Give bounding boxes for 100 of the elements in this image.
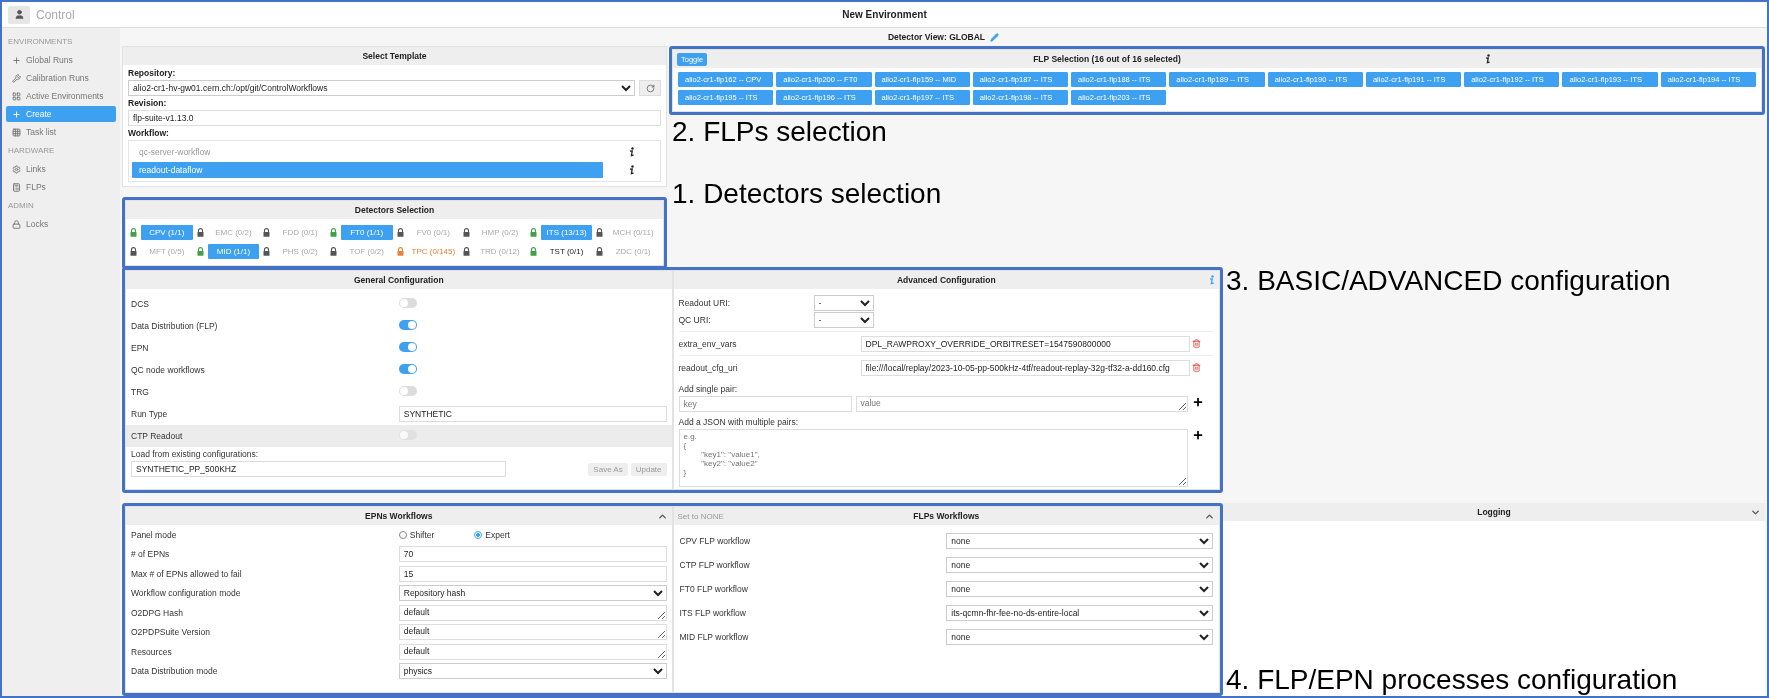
key-field[interactable]: key	[678, 396, 852, 412]
workflow-select[interactable]: none	[946, 557, 1213, 573]
field-label: Add single pair:	[678, 383, 739, 396]
toggle-switch[interactable]	[398, 342, 417, 352]
set-none-button[interactable]: Set to NONE	[677, 511, 724, 521]
page-title: New Environment	[841, 9, 928, 20]
app-name: Control	[36, 7, 75, 22]
sidebar-item[interactable]: Create	[6, 106, 116, 122]
gear-icon	[12, 164, 21, 174]
sidebar-item[interactable]: Links	[6, 161, 116, 177]
radio-option[interactable]: Shifter	[398, 529, 435, 540]
field-label: Workflow configuration mode	[131, 588, 242, 599]
trash-icon[interactable]	[1192, 339, 1201, 348]
panel-title: FLPs Workflows	[912, 511, 981, 521]
toggle-switch[interactable]	[398, 298, 417, 308]
repository-select[interactable]: alio2-cr1-hv-gw01.cern.ch:/opt/git/ControlWorkflows	[128, 80, 635, 96]
sidebar-item[interactable]: Active Environments	[6, 88, 116, 104]
add-icon[interactable]	[1192, 396, 1204, 408]
field-label: O2PDPSuite Version	[131, 627, 211, 638]
workflow-select[interactable]: none	[946, 581, 1213, 597]
uri-select[interactable]: -	[813, 311, 874, 328]
value-field[interactable]: value	[855, 396, 1188, 412]
workflow-select[interactable]: none	[946, 629, 1213, 645]
sidebar-item[interactable]: Global Runs	[6, 52, 116, 68]
annotation-label: 1. Detectors selection	[672, 180, 943, 208]
annotation-label: 4. FLP/EPN processes configuration	[1226, 666, 1679, 694]
info-icon[interactable]	[1485, 54, 1491, 64]
field-label: QC node workflows	[131, 365, 206, 375]
uri-select[interactable]: -	[813, 294, 874, 311]
sidebar-item[interactable]: Calibration Runs	[6, 70, 116, 86]
dropdown[interactable]: physics	[398, 663, 667, 680]
dropdown[interactable]: Repository hash	[398, 585, 667, 602]
annotation-label: 2. FLPs selection	[672, 118, 888, 146]
detector-chip[interactable]: FDD (0/1)	[274, 225, 326, 240]
sidebar-item[interactable]: Locks	[6, 216, 116, 232]
workflow-item[interactable]: readout-dataflow	[132, 162, 603, 178]
text-field[interactable]: 70	[398, 546, 667, 563]
trash-icon[interactable]	[1192, 363, 1201, 372]
workflow-item[interactable]: qc-server-workflow	[132, 144, 603, 160]
radio-option[interactable]: Expert	[474, 529, 510, 540]
field-label: Load from existing configurations:	[131, 449, 260, 459]
workflow-select[interactable]: none	[946, 533, 1213, 549]
toggle-switch[interactable]	[398, 364, 417, 374]
detector-chip[interactable]: TST (0/1)	[540, 244, 593, 259]
panel-title: Logging	[1476, 507, 1512, 517]
text-area[interactable]: default	[398, 604, 667, 621]
detector-chip[interactable]: TRD (0/12)	[474, 244, 526, 259]
pencil-icon[interactable]	[990, 32, 1000, 42]
toggle-switch[interactable]	[398, 386, 417, 396]
configuration-field[interactable]: SYNTHETIC_PP_500KHZ	[131, 461, 506, 477]
lock-icon	[12, 219, 21, 229]
detector-chip[interactable]: TPC (0/145)	[407, 244, 460, 259]
panel-title: Select Template	[361, 51, 428, 61]
variable-key: extra_env_vars	[678, 338, 859, 349]
sidebar-item[interactable]: Task list	[6, 124, 116, 140]
variable-value-field[interactable]: file:///local/replay/2023-10-05-pp-500kHz-4tf/readout-replay-32g-tf32-a-dd160.cfg	[860, 359, 1190, 376]
field-label: Workflow:	[128, 128, 170, 138]
detector-chip[interactable]: HMP (0/2)	[474, 225, 526, 240]
detector-chip[interactable]: FV0 (0/1)	[407, 225, 460, 240]
field-label: Data Distribution mode	[131, 666, 219, 677]
detector-chip[interactable]: MID (1/1)	[207, 244, 260, 259]
detector-chip[interactable]: FT0 (1/1)	[340, 225, 393, 240]
field-label: TRG	[131, 387, 150, 397]
variable-key: readout_cfg_uri	[678, 362, 859, 373]
panel-title: FLP Selection (16 out of 16 selected)	[1032, 54, 1182, 64]
detector-chip[interactable]: CPV (1/1)	[141, 225, 193, 240]
refresh-button[interactable]	[639, 80, 661, 96]
field-label: ITS FLP workflow	[679, 608, 747, 618]
panel-title: Detectors Selection	[353, 205, 436, 215]
detector-chip[interactable]: ITS (13/13)	[540, 225, 593, 240]
text-area[interactable]: default	[398, 624, 667, 641]
text-area[interactable]: default	[398, 643, 667, 660]
user-avatar[interactable]	[8, 5, 30, 24]
detector-chip[interactable]: ZDC (0/1)	[607, 244, 659, 259]
panel-title: General Configuration	[352, 275, 445, 285]
field-label: Data Distribution (FLP)	[131, 321, 219, 331]
text-field[interactable]: SYNTHETIC	[398, 406, 667, 422]
info-icon[interactable]	[629, 165, 635, 175]
toggle-switch[interactable]	[398, 320, 417, 330]
detector-chip[interactable]: MFT (0/5)	[141, 244, 193, 259]
field-label: EPN	[131, 343, 150, 353]
field-label: # of EPNs	[131, 549, 171, 560]
refresh-icon	[645, 83, 655, 93]
info-icon[interactable]	[629, 147, 635, 157]
add-icon[interactable]	[1192, 429, 1204, 441]
detector-chip[interactable]: MCH (0/11)	[607, 225, 659, 240]
text-field[interactable]: 15	[398, 565, 667, 582]
json-field[interactable]: e.g. { "key1": "value1", "key2": "value2" }	[678, 429, 1188, 487]
field-label: O2DPG Hash	[131, 607, 184, 618]
field-label: CPV FLP workflow	[679, 536, 752, 546]
field-label: Max # of EPNs allowed to fail	[131, 568, 243, 579]
detector-chip[interactable]: TOF (0/2)	[340, 244, 393, 259]
field-label: Run Type	[131, 409, 169, 419]
variable-value-field[interactable]: DPL_RAWPROXY_OVERRIDE_ORBITRESET=1547590800000	[860, 335, 1190, 352]
revision-field[interactable]: flp-suite-v1.13.0	[128, 110, 661, 126]
detector-chip[interactable]: PHS (0/2)	[274, 244, 326, 259]
detector-chip[interactable]: EMC (0/2)	[207, 225, 260, 240]
sidebar-item[interactable]: FLPs	[6, 179, 116, 195]
workflow-select[interactable]: its-qcmn-fhr-fee-no-ds-entire-local	[946, 605, 1213, 621]
grid-icon	[12, 91, 21, 101]
